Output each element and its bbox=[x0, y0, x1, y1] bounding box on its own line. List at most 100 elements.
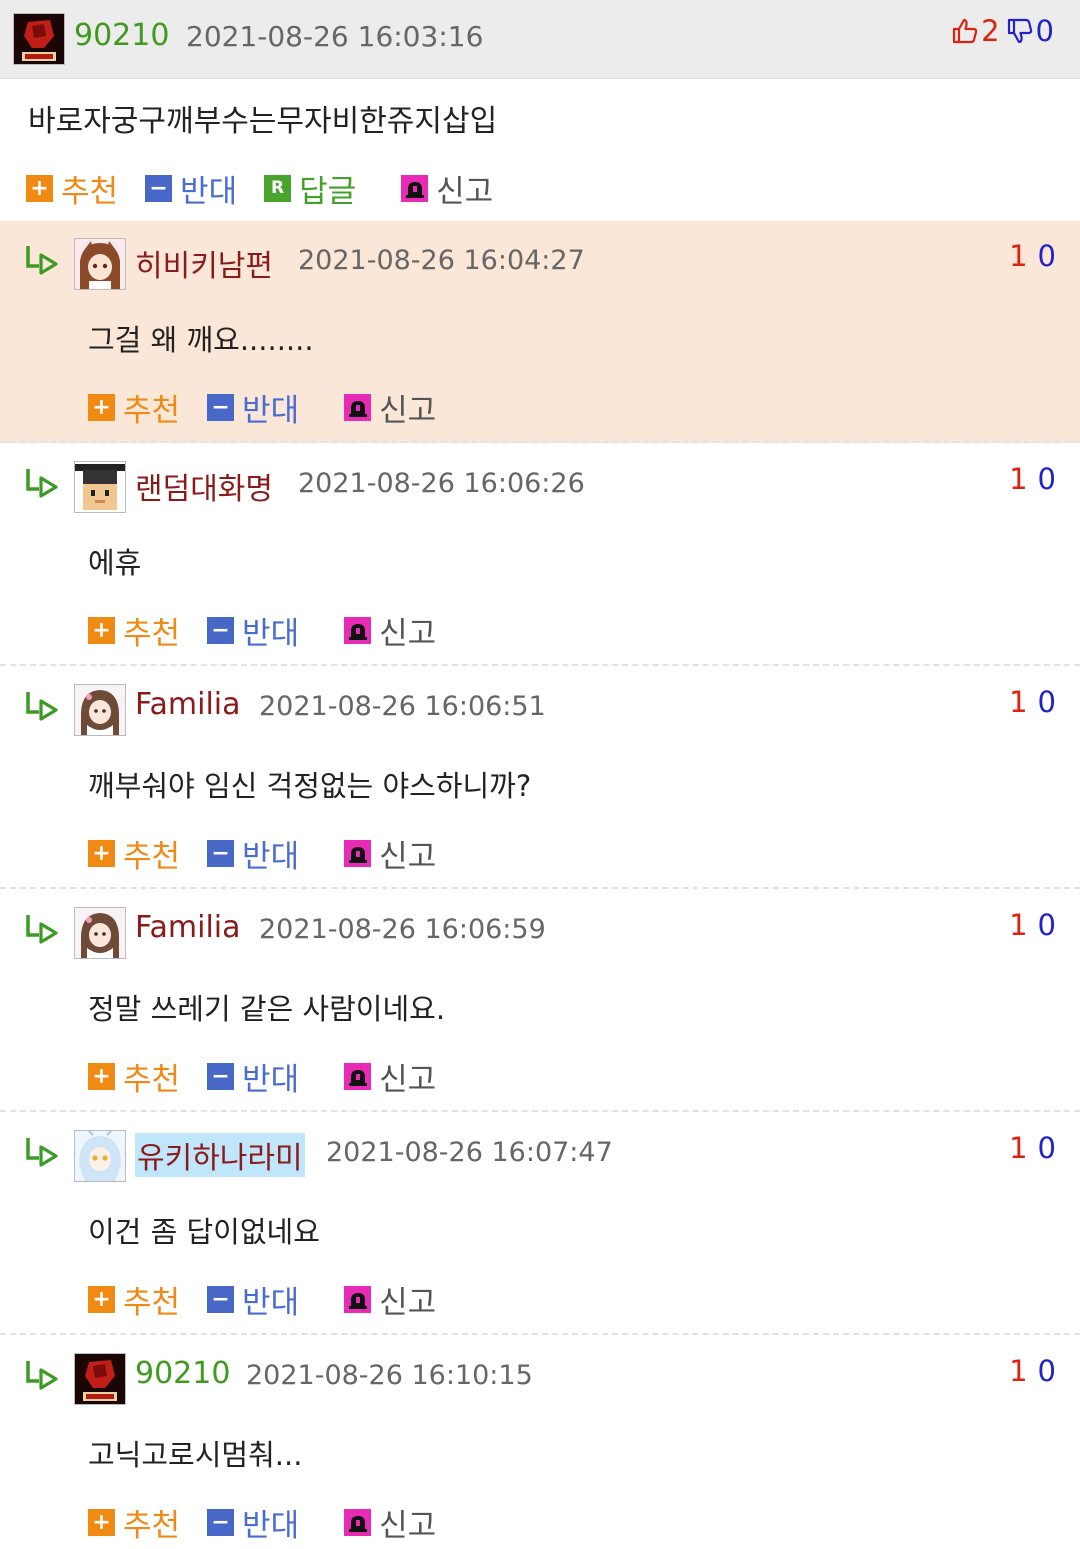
comment-item: 랜덤대화명 2021-08-26 16:06:26 10 에휴 + 추천 − 반… bbox=[0, 444, 1080, 666]
oppose-label: 반대 bbox=[242, 393, 300, 429]
plus-icon: + bbox=[26, 175, 53, 202]
report-button[interactable]: 신고 bbox=[344, 608, 436, 653]
comment-author-nickname[interactable]: 랜덤대화명 bbox=[135, 464, 273, 508]
avatar[interactable] bbox=[13, 13, 65, 65]
plus-icon: + bbox=[88, 617, 115, 644]
recommend-button[interactable]: + 추천 bbox=[88, 1500, 180, 1545]
oppose-button[interactable]: − 반대 bbox=[207, 1500, 299, 1545]
comment-vote-counts: 10 bbox=[1009, 239, 1056, 273]
reply-r-icon: R bbox=[264, 175, 292, 202]
recommend-button[interactable]: + 추천 bbox=[88, 831, 180, 876]
comment-thread: 90210 2021-08-26 16:03:16 2 0 바로자궁구깨부수는무… bbox=[0, 0, 1080, 1549]
oppose-button[interactable]: − 반대 bbox=[207, 385, 299, 430]
avatar-image-icon bbox=[75, 1131, 125, 1181]
comment-actions: + 추천 − 반대 신고 bbox=[88, 1277, 463, 1322]
comment-down-count: 0 bbox=[1037, 239, 1056, 273]
comment-date: 2021-08-26 16:06:26 bbox=[298, 468, 585, 499]
comment-author-nickname[interactable]: Familia bbox=[135, 910, 241, 945]
reply-arrow-icon bbox=[26, 469, 58, 498]
report-label: 신고 bbox=[379, 1062, 437, 1098]
oppose-button[interactable]: − 반대 bbox=[145, 166, 237, 211]
comment-date: 2021-08-26 16:10:15 bbox=[246, 1360, 533, 1391]
avatar[interactable] bbox=[74, 684, 126, 736]
report-button[interactable]: 신고 bbox=[344, 1500, 436, 1545]
oppose-button[interactable]: − 반대 bbox=[207, 608, 299, 653]
oppose-label: 반대 bbox=[242, 616, 300, 652]
avatar[interactable] bbox=[74, 1130, 126, 1182]
comment-date: 2021-08-26 16:06:51 bbox=[259, 691, 546, 722]
comment-text: 에휴 bbox=[88, 546, 142, 580]
thumbs-up-icon[interactable] bbox=[951, 17, 979, 45]
plus-icon: + bbox=[88, 394, 115, 421]
comment-up-count: 1 bbox=[1009, 1354, 1028, 1388]
minus-icon: − bbox=[207, 1286, 235, 1313]
avatar-image-icon bbox=[75, 462, 125, 512]
report-button[interactable]: 신고 bbox=[344, 831, 436, 876]
thumbs-down-icon[interactable] bbox=[1006, 17, 1034, 45]
report-label: 신고 bbox=[379, 393, 437, 429]
comment-down-count: 0 bbox=[1037, 908, 1056, 942]
recommend-button[interactable]: + 추천 bbox=[88, 1054, 180, 1099]
recommend-label: 추천 bbox=[123, 616, 181, 652]
comment-down-count: 0 bbox=[1037, 1131, 1056, 1165]
recommend-label: 추천 bbox=[123, 1508, 181, 1544]
comment-text: 그걸 왜 깨요........ bbox=[88, 323, 314, 357]
oppose-label: 반대 bbox=[242, 1285, 300, 1321]
report-button[interactable]: 신고 bbox=[344, 1054, 436, 1099]
oppose-label: 반대 bbox=[242, 1062, 300, 1098]
comment-up-count: 1 bbox=[1009, 685, 1028, 719]
comment-author-nickname[interactable]: 90210 bbox=[135, 1356, 230, 1391]
avatar[interactable] bbox=[74, 907, 126, 959]
oppose-label: 반대 bbox=[242, 1508, 300, 1544]
avatar[interactable] bbox=[74, 461, 126, 513]
avatar-image-icon bbox=[75, 908, 125, 958]
recommend-button[interactable]: + 추천 bbox=[26, 166, 118, 211]
comment-actions: + 추천 − 반대 신고 bbox=[88, 608, 463, 653]
post-date: 2021-08-26 16:03:16 bbox=[186, 20, 484, 53]
siren-icon bbox=[344, 840, 372, 867]
oppose-button[interactable]: − 반대 bbox=[207, 831, 299, 876]
report-label: 신고 bbox=[379, 839, 437, 875]
comment-vote-counts: 10 bbox=[1009, 462, 1056, 496]
comment-text: 고닉고로시멈춰... bbox=[88, 1438, 303, 1472]
comment-down-count: 0 bbox=[1037, 462, 1056, 496]
recommend-label: 추천 bbox=[123, 1062, 181, 1098]
comment-author-nickname[interactable]: Familia bbox=[135, 687, 241, 722]
avatar[interactable] bbox=[74, 1353, 126, 1405]
comment-down-count: 0 bbox=[1037, 685, 1056, 719]
reply-label: 답글 bbox=[299, 174, 357, 210]
recommend-button[interactable]: + 추천 bbox=[88, 1277, 180, 1322]
siren-icon bbox=[344, 1286, 372, 1313]
report-label: 신고 bbox=[436, 174, 494, 210]
comment-vote-counts: 10 bbox=[1009, 1354, 1056, 1388]
comment-actions: + 추천 − 반대 신고 bbox=[88, 1500, 463, 1545]
plus-icon: + bbox=[88, 1063, 115, 1090]
recommend-label: 추천 bbox=[123, 393, 181, 429]
comment-down-count: 0 bbox=[1037, 1354, 1056, 1388]
comment-text: 정말 쓰레기 같은 사람이네요. bbox=[88, 992, 446, 1026]
reply-button[interactable]: R 답글 bbox=[264, 166, 356, 211]
report-button[interactable]: 신고 bbox=[401, 166, 493, 211]
comment-vote-counts: 10 bbox=[1009, 685, 1056, 719]
report-button[interactable]: 신고 bbox=[344, 385, 436, 430]
oppose-button[interactable]: − 반대 bbox=[207, 1277, 299, 1322]
comment-up-count: 1 bbox=[1009, 1131, 1028, 1165]
recommend-label: 추천 bbox=[123, 839, 181, 875]
post-author-nickname[interactable]: 90210 bbox=[74, 18, 169, 53]
oppose-button[interactable]: − 반대 bbox=[207, 1054, 299, 1099]
oppose-label: 반대 bbox=[180, 174, 238, 210]
comment-author-nickname[interactable]: 히비키남편 bbox=[135, 241, 273, 285]
report-button[interactable]: 신고 bbox=[344, 1277, 436, 1322]
avatar-image-icon bbox=[75, 1354, 125, 1404]
recommend-label: 추천 bbox=[123, 1285, 181, 1321]
plus-icon: + bbox=[88, 1286, 115, 1313]
minus-icon: − bbox=[207, 1509, 235, 1536]
comment-author-nickname[interactable]: 유키하나라미 bbox=[135, 1133, 305, 1177]
reply-arrow-icon bbox=[26, 692, 58, 721]
avatar[interactable] bbox=[74, 238, 126, 290]
comment-item: Familia 2021-08-26 16:06:59 10 정말 쓰레기 같은… bbox=[0, 890, 1080, 1112]
recommend-button[interactable]: + 추천 bbox=[88, 385, 180, 430]
recommend-button[interactable]: + 추천 bbox=[88, 608, 180, 653]
reply-arrow-icon bbox=[26, 1138, 58, 1167]
plus-icon: + bbox=[88, 840, 115, 867]
